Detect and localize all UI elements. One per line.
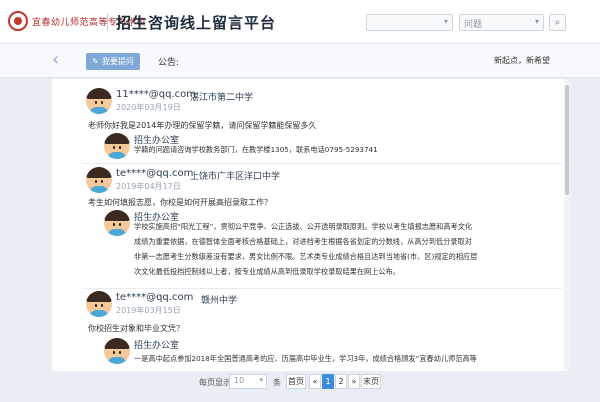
avatar [86,167,112,193]
user-email: 11****@qq.com [116,89,196,100]
scrollbar-thumb[interactable] [565,85,569,195]
notice-text[interactable]: 新起点，新希望 [494,55,550,66]
page-2-button[interactable]: 2 [335,374,347,389]
user-school: 赣州中学 [201,296,238,306]
per-page-unit: 条 [273,378,281,387]
post-date: 2020年03月19日 [116,103,181,112]
reply-text: 次文化最低投档控制线以上者，按专业成绩从高到低录取学校录取结果在网上公布。 [134,267,400,276]
scrollbar[interactable] [564,79,570,371]
pencil-icon: ✎ [92,57,99,66]
first-page-button[interactable]: 首页 [286,374,306,389]
page-1-button[interactable]: 1 [322,374,334,389]
post-date: 2019年03月15日 [116,306,181,315]
per-page-label: 每页显示 [199,378,231,387]
avatar [104,210,130,236]
reply-text: 成绩为重要依据，在德智体全面考核合格基础上，对进档考生根据各省划定的分数线，从高… [134,237,472,246]
reply-author: 招生办公室 [134,341,180,351]
message-list: 11****@qq.com 湛江市第二中学 2020年03月19日 老师你好我是… [52,79,564,371]
ask-question-label: 我要提问 [101,57,134,66]
user-school: 上饶市广丰区洋口中学 [190,172,281,182]
notice-label: 公告: [158,58,180,68]
avatar [86,88,112,114]
toolbar: ‹ ✎ 我要提问 公告: 新起点，新希望 [0,44,600,78]
header-divider [107,13,108,31]
question-text: 老师你好我是2014年办理的保留学籍，请问保留学籍能保留多久 [88,121,317,130]
reply-text: 一是高中起点参加2018年全国普通高考的应、历届高中毕业生，学习3年，成绩合格颁… [134,354,477,363]
question-text: 考生如何填报志愿，你校是如何开展高招录取工作？ [88,198,272,207]
reply-text: 非第一志愿考生分数级差没有要求，男女比例不限。艺术类专业成绩合格且达到当地省(市… [134,252,478,261]
separator [82,163,562,164]
top-header: 宜春幼儿师范高等专科学校 招生咨询线上留言平台 ▾ 问题 ▾ ⌕ [0,0,600,44]
avatar [86,291,112,317]
per-page-value: 10 [234,376,245,385]
post-date: 2019年04月17日 [116,182,181,191]
pagination: 每页显示 10 ▾ 条 首页 « 1 2 » 末页 [0,371,600,402]
chevron-down-icon: ▾ [534,17,539,26]
chevron-down-icon: ▾ [259,376,263,384]
school-seal-icon [8,11,28,31]
reply-text: 学校实施高招“阳光工程”，贯彻公平竞争、公正选拔、公开透明录取原则。学校以考生填… [134,222,473,231]
field-select[interactable]: 问题 ▾ [459,14,544,31]
back-arrow-icon[interactable]: ‹ [52,49,59,70]
ask-question-button[interactable]: ✎ 我要提问 [86,53,140,70]
prev-page-button[interactable]: « [309,374,321,389]
avatar [104,133,130,159]
question-text: 你校招生对象和毕业文凭？ [88,324,184,333]
separator [82,288,562,289]
last-page-button[interactable]: 末页 [361,374,381,389]
reply-text: 学籍的问题请咨询学校教务部门，在教学楼1305，联系电话0795-5293741 [134,145,378,154]
user-email: te****@qq.com [116,168,194,179]
user-email: te****@qq.com [116,292,194,303]
next-page-button[interactable]: » [348,374,360,389]
chevron-down-icon: ▾ [443,17,448,26]
per-page-select[interactable]: 10 ▾ [229,374,267,389]
field-select-value: 问题 [464,20,483,30]
page-title: 招生咨询线上留言平台 [116,14,277,32]
avatar [104,338,130,364]
category-select[interactable]: ▾ [366,14,453,31]
user-school: 湛江市第二中学 [190,93,254,103]
search-icon[interactable]: ⌕ [549,14,566,31]
